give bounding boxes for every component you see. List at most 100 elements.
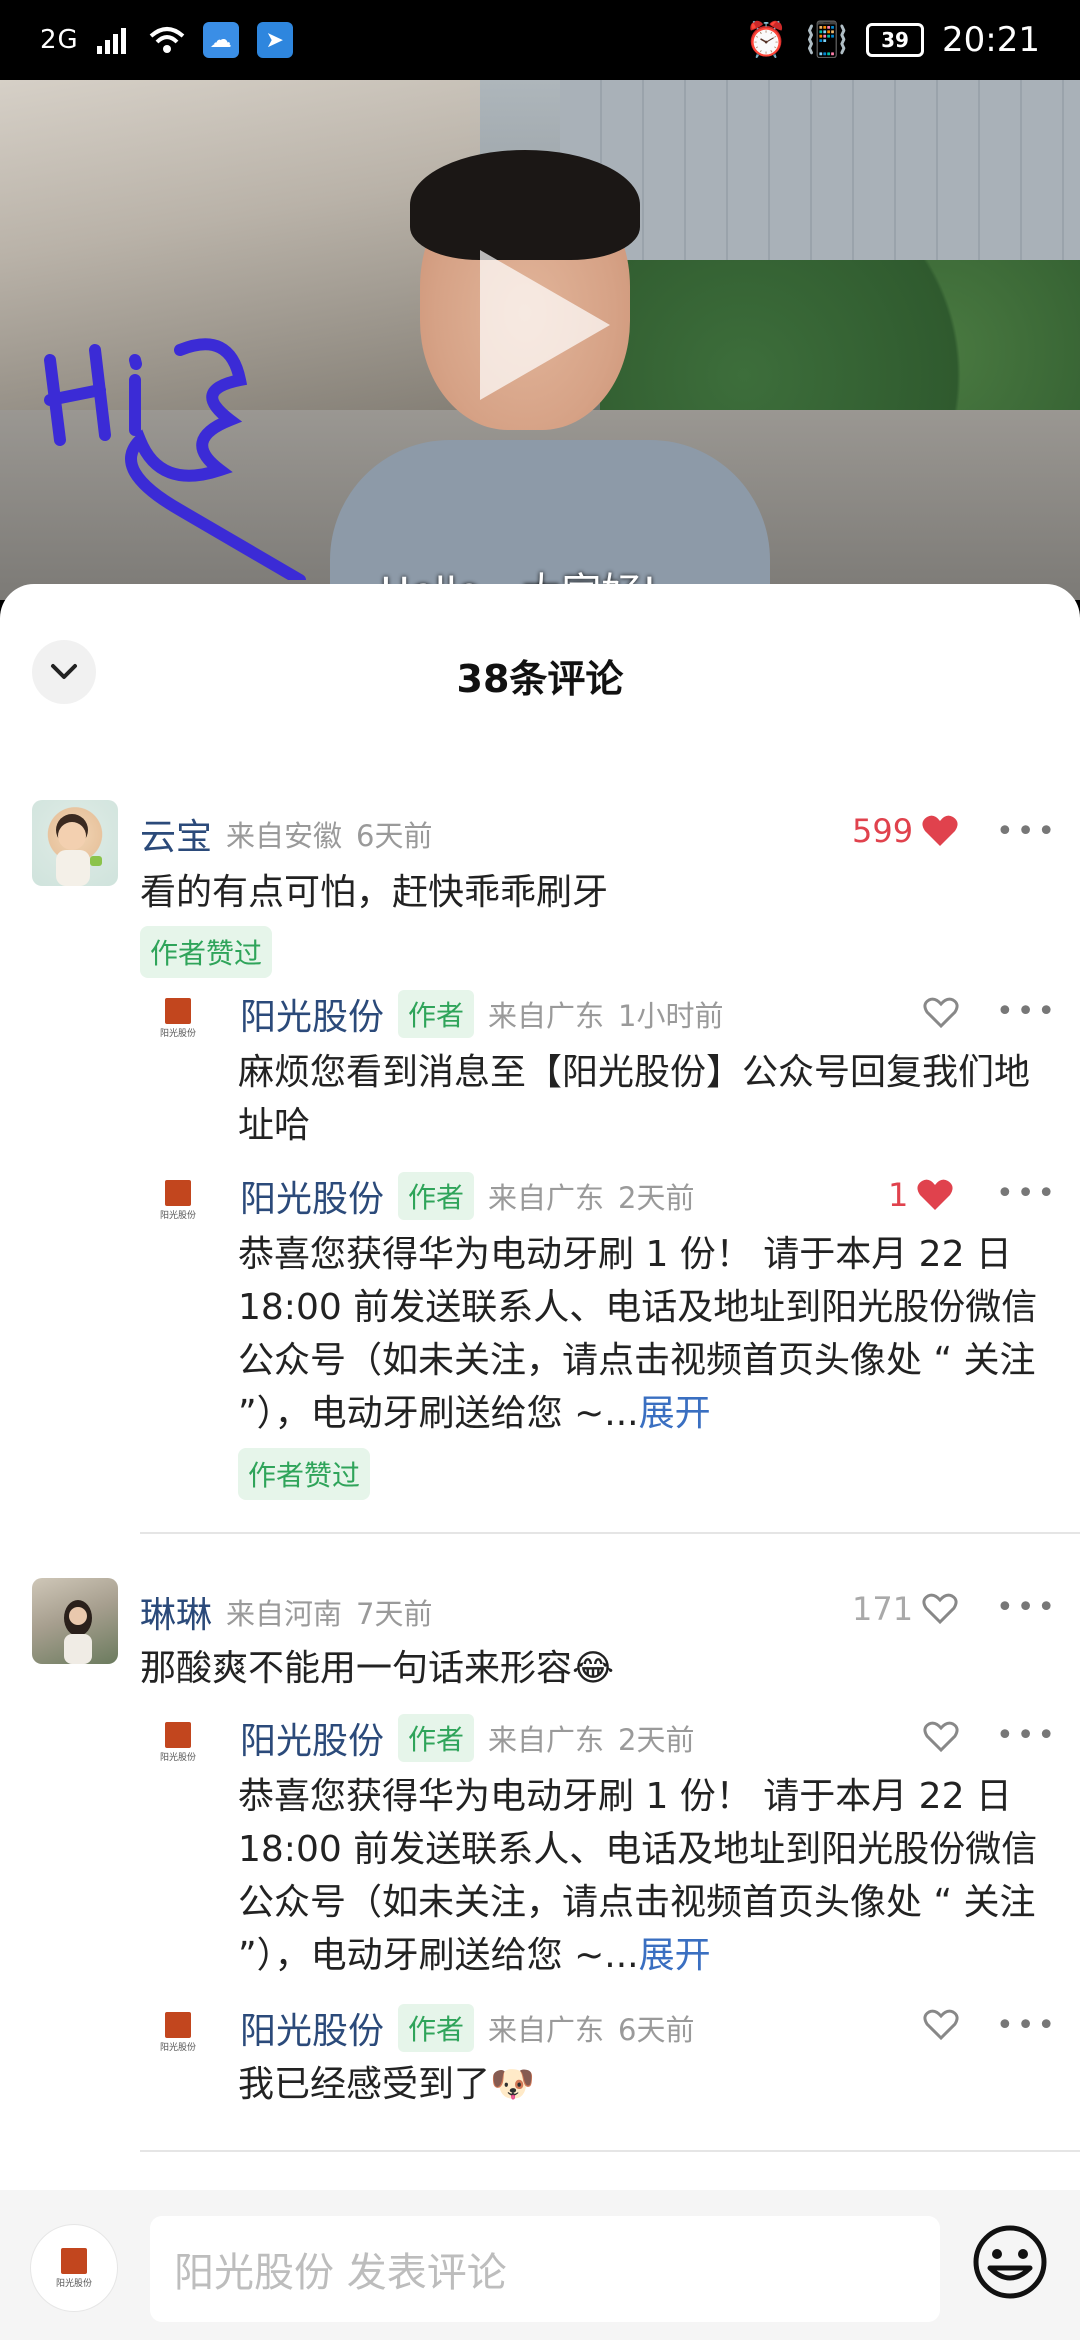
like-button[interactable]: 599 (852, 812, 959, 850)
comment-input[interactable]: 阳光股份 发表评论 (150, 2216, 940, 2322)
alarm-icon: ⏰ (745, 20, 788, 60)
reply-header: 阳光股份 作者 来自广东 1小时前 (240, 988, 724, 1040)
reply-avatar[interactable]: 阳光股份 (150, 2012, 206, 2068)
sheet-header: 38条评论 (0, 584, 1080, 760)
comment-input-bar: 阳光股份 阳光股份 发表评论 (0, 2190, 1080, 2340)
reply-author[interactable]: 阳光股份 (240, 988, 384, 1040)
logo-icon (165, 1180, 191, 1206)
heart-filled-icon (917, 1179, 953, 1210)
reply-time: 2天前 (618, 1181, 695, 1215)
reply-location: 来自广东 (488, 2013, 605, 2047)
reply-header: 阳光股份 作者 来自广东 2天前 (240, 1712, 695, 1764)
reply-header: 阳光股份 作者 来自广东 2天前 (240, 1170, 695, 1222)
reply-location: 来自广东 (488, 1723, 605, 1757)
heart-outline-icon[interactable] (922, 996, 960, 1030)
reply-text-content: 恭喜您获得华为电动牙刷 1 份！ 请于本月 22 日 18:00 前发送联系人、… (238, 1776, 1038, 1976)
play-icon[interactable] (470, 240, 620, 410)
reply-text: 恭喜您获得华为电动牙刷 1 份！ 请于本月 22 日 18:00 前发送联系人、… (238, 1770, 1038, 1982)
avatar[interactable] (32, 800, 118, 886)
comment-author[interactable]: 云宝 (140, 808, 212, 860)
comment-location: 来自安徽 (226, 819, 343, 853)
reply-text-content: 恭喜您获得华为电动牙刷 1 份！ 请于本月 22 日 18:00 前发送联系人、… (238, 1234, 1038, 1434)
weather-app-icon: ☁ (202, 22, 239, 58)
heart-outline-icon[interactable] (922, 2008, 960, 2042)
more-icon[interactable]: ••• (996, 1176, 1058, 1211)
laughing-crying-emoji-icon: 😂 (572, 1648, 615, 1689)
hi-doodle-icon (44, 338, 306, 580)
reply-text-content: 我已经感受到了 (238, 2064, 491, 2105)
reply-author[interactable]: 阳光股份 (240, 1712, 384, 1764)
vibrate-icon: 📳 (805, 20, 849, 60)
like-button[interactable]: 1 (888, 1176, 954, 1214)
more-icon[interactable]: ••• (996, 814, 1058, 849)
comment-header: 云宝 来自安徽 6天前 (140, 808, 432, 860)
divider (140, 1532, 1080, 1534)
logo-text: 阳光股份 (159, 1753, 196, 1763)
reply-time: 1小时前 (618, 999, 724, 1033)
more-icon[interactable]: ••• (996, 994, 1058, 1029)
status-right: ⏰ 📳 39 20:21 (745, 20, 1040, 60)
like-count: 1 (888, 1176, 909, 1214)
comment-author[interactable]: 琳琳 (140, 1586, 212, 1638)
reply-time: 6天前 (618, 2013, 695, 2047)
more-icon[interactable]: ••• (996, 1718, 1058, 1753)
like-count: 171 (852, 1590, 914, 1628)
reply-author[interactable]: 阳光股份 (240, 1170, 384, 1222)
reply-header: 阳光股份 作者 来自广东 6天前 (240, 2002, 695, 2054)
reply-avatar[interactable]: 阳光股份 (150, 998, 206, 1054)
author-liked-badge: 作者赞过 (140, 926, 273, 978)
reply-time: 2天前 (618, 1723, 695, 1757)
author-tag: 作者 (398, 1714, 475, 1762)
reply-text: 麻烦您看到消息至【阳光股份】公众号回复我们地址哈 (238, 1052, 1031, 1146)
comment-time: 7天前 (356, 1597, 433, 1631)
expand-link[interactable]: 展开 (639, 1393, 711, 1434)
logo-icon (165, 1722, 191, 1748)
comment-text: 那酸爽不能用一句话来形容😂 (140, 1642, 1020, 1695)
divider (140, 2150, 1080, 2152)
clock: 20:21 (942, 20, 1040, 60)
video-player[interactable]: Hello，大家好! (0, 80, 1080, 600)
reply-avatar[interactable]: 阳光股份 (150, 1180, 206, 1236)
comment-text: 看的有点可怕，赶快乖乖刷牙 (140, 872, 609, 913)
expand-link[interactable]: 展开 (639, 1935, 711, 1976)
status-left: 2G ☁ ➤ (40, 22, 293, 58)
navigation-app-icon: ➤ (256, 22, 293, 58)
logo-text: 阳光股份 (55, 2278, 92, 2289)
logo-text: 阳光股份 (159, 1211, 196, 1221)
heart-outline-icon (922, 1593, 958, 1625)
sheet-title: 38条评论 (456, 657, 624, 701)
author-tag: 作者 (398, 2004, 475, 2052)
logo-icon (165, 998, 191, 1024)
wifi-icon (149, 27, 185, 53)
reply-avatar[interactable]: 阳光股份 (150, 1722, 206, 1778)
logo-text: 阳光股份 (159, 2043, 196, 2053)
heart-filled-icon (922, 815, 958, 846)
avatar[interactable] (32, 1578, 118, 1664)
comment-header: 琳琳 来自河南 7天前 (140, 1586, 432, 1638)
emoji-icon[interactable] (970, 2222, 1050, 2302)
comment-time: 6天前 (356, 819, 433, 853)
reply-text: 恭喜您获得华为电动牙刷 1 份！ 请于本月 22 日 18:00 前发送联系人、… (238, 1228, 1038, 1440)
more-icon[interactable]: ••• (996, 1590, 1058, 1625)
battery-icon: 39 (866, 23, 925, 57)
author-tag: 作者 (398, 1172, 475, 1220)
logo-icon (165, 2012, 191, 2038)
reply-location: 来自广东 (488, 1181, 605, 1215)
doge-emoji-icon: 🐶 (490, 2064, 535, 2105)
heart-outline-icon[interactable] (922, 1720, 960, 1754)
reply-location: 来自广东 (488, 999, 605, 1033)
reply-text: 我已经感受到了🐶 (238, 2058, 1038, 2111)
comment-location: 来自河南 (226, 1597, 343, 1631)
more-icon[interactable]: ••• (996, 2008, 1058, 2043)
logo-icon (61, 2247, 87, 2274)
girl-avatar-icon (64, 1600, 92, 1664)
child-avatar-icon (56, 814, 102, 886)
like-button[interactable]: 171 (852, 1590, 959, 1628)
signal-bars-icon (96, 28, 126, 54)
author-liked-badge: 作者赞过 (238, 1448, 371, 1500)
reply-author[interactable]: 阳光股份 (240, 2002, 384, 2054)
status-bar: 2G ☁ ➤ ⏰ 📳 39 20:21 (0, 0, 1080, 80)
signal-icon: 2G (40, 25, 79, 55)
user-avatar[interactable]: 阳光股份 (30, 2224, 118, 2312)
comment-text-content: 那酸爽不能用一句话来形容 (140, 1648, 573, 1689)
